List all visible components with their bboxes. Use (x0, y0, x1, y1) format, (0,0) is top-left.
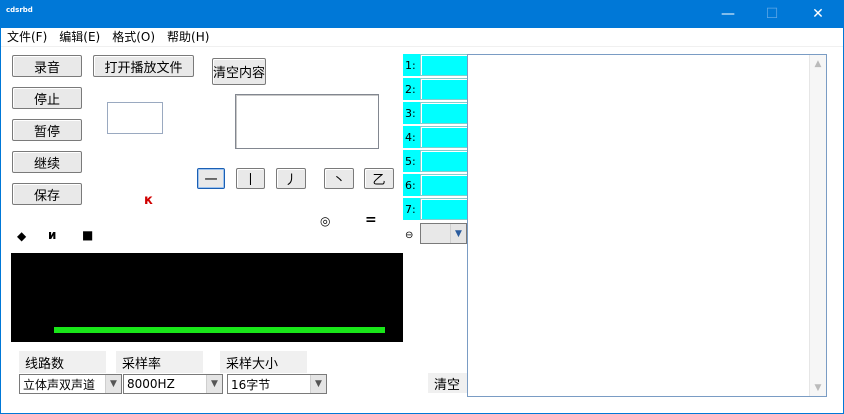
scroll-down-icon[interactable]: ▼ (810, 379, 826, 396)
combo-mark-icon: ⊖ (405, 230, 414, 241)
maximize-button: ☐ (765, 6, 779, 22)
candidate-label: 7: (403, 198, 420, 220)
resume-button[interactable]: 继续 (12, 151, 82, 173)
stroke-shu-button[interactable]: 丨 (236, 168, 265, 189)
sample-size-value: 16字节 (231, 377, 271, 392)
menu-format[interactable]: 格式(O) (106, 28, 161, 46)
chevron-down-icon[interactable]: ▼ (206, 375, 222, 393)
save-button[interactable]: 保存 (12, 183, 82, 205)
clear-content-button[interactable]: 清空内容 (212, 58, 266, 85)
menu-divider (1, 46, 843, 47)
stroke-dian-button[interactable]: 丶 (324, 168, 354, 189)
menu-help[interactable]: 帮助(H) (161, 28, 215, 46)
candidate-label: 2: (403, 78, 420, 100)
channels-select[interactable]: 立体声双声道 ▼ (19, 374, 122, 394)
candidate-box[interactable] (420, 174, 468, 196)
candidate-box[interactable] (420, 54, 468, 76)
sample-rate-value: 8000HZ (127, 377, 175, 391)
stop-square-icon[interactable]: ■ (82, 228, 93, 242)
stroke-pie-button[interactable]: 丿 (276, 168, 306, 189)
content-text-area[interactable] (235, 94, 379, 149)
small-text-box[interactable] (107, 102, 163, 134)
candidate-select[interactable]: ▼ (420, 223, 467, 244)
pause-button[interactable]: 暂停 (12, 119, 82, 141)
level-bar (54, 327, 385, 333)
play-pause-icon[interactable]: и (48, 228, 56, 242)
candidate-label: 6: (403, 174, 420, 196)
sample-rate-label: 采样率 (116, 351, 203, 373)
chevron-down-icon[interactable]: ▼ (450, 224, 466, 243)
clear-label[interactable]: 清空 (428, 373, 467, 393)
candidate-label: 1: (403, 54, 420, 76)
output-list[interactable]: ▲ ▼ (467, 54, 827, 397)
sample-rate-select[interactable]: 8000HZ ▼ (123, 374, 223, 394)
minimize-button[interactable]: — (706, 0, 750, 28)
candidate-label: 4: (403, 126, 420, 148)
red-indicator-text: к (144, 193, 153, 208)
menu-edit[interactable]: 编辑(E) (53, 28, 106, 46)
candidate-label: 5: (403, 150, 420, 172)
sample-size-select[interactable]: 16字节 ▼ (227, 374, 327, 394)
sample-size-label: 采样大小 (220, 351, 307, 373)
equals-icon: = (365, 212, 377, 228)
candidate-box[interactable] (420, 78, 468, 100)
vertical-scrollbar[interactable]: ▲ ▼ (809, 55, 826, 396)
candidate-label: 3: (403, 102, 420, 124)
candidate-column: 1: 2: 3: 4: 5: 6: 7: (403, 54, 468, 246)
chevron-down-icon[interactable]: ▼ (310, 375, 326, 393)
candidate-box[interactable] (420, 126, 468, 148)
open-play-file-button[interactable]: 打开播放文件 (93, 55, 194, 77)
menu-file[interactable]: 文件(F) (1, 28, 53, 46)
window-frame-left (0, 28, 1, 414)
candidate-box[interactable] (420, 150, 468, 172)
menu-bar: 文件(F) 编辑(E) 格式(O) 帮助(H) (1, 28, 843, 46)
candidate-box[interactable] (420, 102, 468, 124)
close-button[interactable]: ✕ (796, 0, 840, 28)
candidate-box[interactable] (420, 198, 468, 220)
channels-value: 立体声双声道 (23, 377, 96, 392)
record-button[interactable]: 录音 (12, 55, 82, 77)
scroll-up-icon[interactable]: ▲ (810, 55, 826, 72)
stroke-heng-button[interactable]: 一 (197, 168, 225, 189)
channels-label: 线路数 (19, 351, 106, 373)
window-title: cdsrbd (6, 6, 33, 14)
stroke-zhe-button[interactable]: 乙 (364, 168, 394, 189)
diamond-icon[interactable]: ◆ (17, 229, 26, 243)
target-icon: ◎ (320, 214, 331, 228)
chevron-down-icon[interactable]: ▼ (105, 375, 121, 393)
stop-button[interactable]: 停止 (12, 87, 82, 109)
